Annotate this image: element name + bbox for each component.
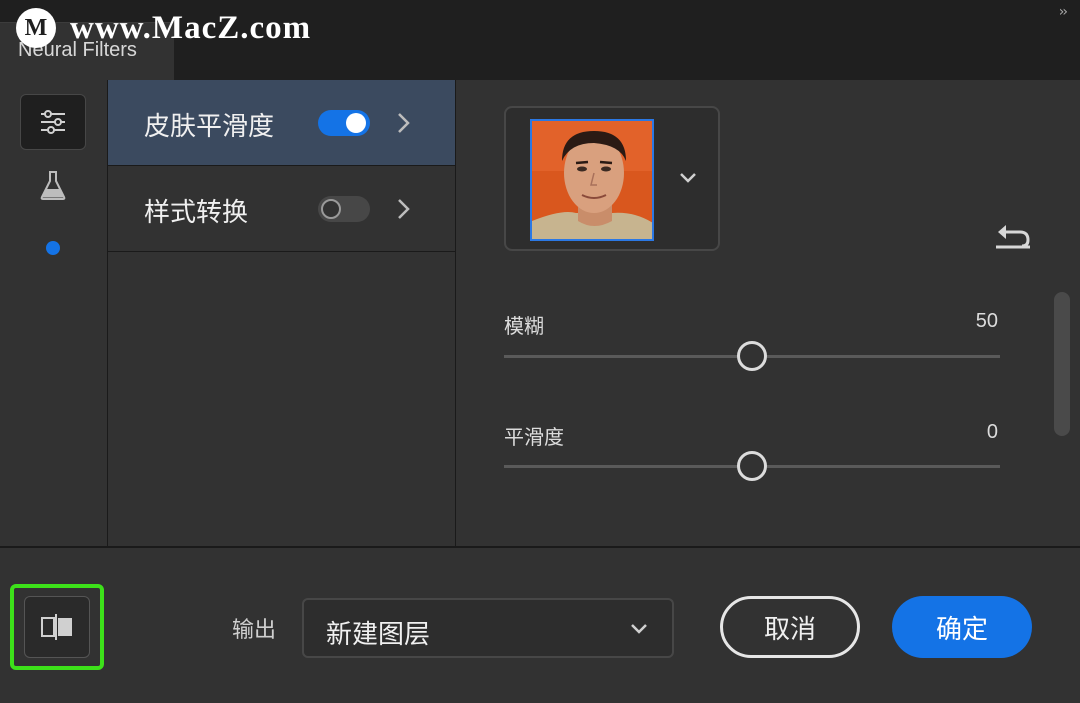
cancel-button[interactable]: 取消 bbox=[720, 596, 860, 658]
filter-row-skin-smoothing[interactable]: 皮肤平滑度 bbox=[108, 80, 455, 166]
undo-icon[interactable] bbox=[994, 220, 1034, 250]
face-selector[interactable] bbox=[504, 106, 720, 251]
chevron-down-icon[interactable] bbox=[676, 166, 700, 190]
chevron-right-icon[interactable] bbox=[394, 110, 414, 136]
toggle-knob bbox=[321, 199, 341, 219]
sliders-icon bbox=[41, 110, 65, 134]
compare-button[interactable] bbox=[24, 596, 90, 658]
output-select-value: 新建图层 bbox=[326, 620, 431, 650]
watermark: M www.MacZ.com bbox=[16, 8, 311, 48]
output-select[interactable]: 新建图层 bbox=[302, 598, 674, 658]
filter-settings-panel: 模糊 50 平滑度 0 bbox=[456, 80, 1080, 546]
slider-value-smoothness: 0 bbox=[986, 421, 998, 443]
slider-label-smoothness: 平滑度 bbox=[504, 425, 564, 449]
filter-label: 样式转换 bbox=[144, 198, 249, 228]
left-rail bbox=[0, 80, 108, 546]
filter-toggle[interactable] bbox=[318, 110, 370, 136]
scrollbar-thumb[interactable] bbox=[1054, 292, 1070, 436]
filter-list: 皮肤平滑度 样式转换 bbox=[108, 80, 456, 546]
filter-label: 皮肤平滑度 bbox=[144, 112, 275, 142]
slider-value-blur: 50 bbox=[975, 310, 998, 332]
filter-toggle[interactable] bbox=[318, 196, 370, 222]
slider-thumb-blur[interactable] bbox=[737, 341, 767, 371]
slider-track-blur[interactable] bbox=[504, 341, 1000, 371]
neural-filters-dialog: Neural Filters ›› M www.MacZ.com 皮肤平滑度 样… bbox=[0, 0, 1080, 703]
split-compare-icon bbox=[41, 614, 72, 640]
filter-row-style-transfer[interactable]: 样式转换 bbox=[108, 166, 455, 252]
all-filters-button[interactable] bbox=[20, 94, 86, 150]
double-chevron-right-icon[interactable]: ›› bbox=[1059, 4, 1068, 20]
toggle-knob bbox=[346, 113, 366, 133]
dialog-footer: 输出 新建图层 取消 确定 bbox=[0, 546, 1080, 703]
slider-label-blur: 模糊 bbox=[504, 314, 544, 338]
watermark-text: www.MacZ.com bbox=[70, 9, 312, 46]
output-label: 输出 bbox=[232, 618, 277, 643]
chevron-down-icon bbox=[631, 624, 647, 634]
chevron-right-icon[interactable] bbox=[394, 196, 414, 222]
slider-thumb-smoothness[interactable] bbox=[737, 451, 767, 481]
flask-icon[interactable] bbox=[40, 170, 66, 200]
slider-track-smoothness[interactable] bbox=[504, 451, 1000, 481]
dot-indicator-icon bbox=[46, 241, 60, 255]
portrait-thumbnail bbox=[530, 119, 654, 241]
ok-button[interactable]: 确定 bbox=[892, 596, 1032, 658]
watermark-logo-icon: M bbox=[16, 8, 56, 48]
